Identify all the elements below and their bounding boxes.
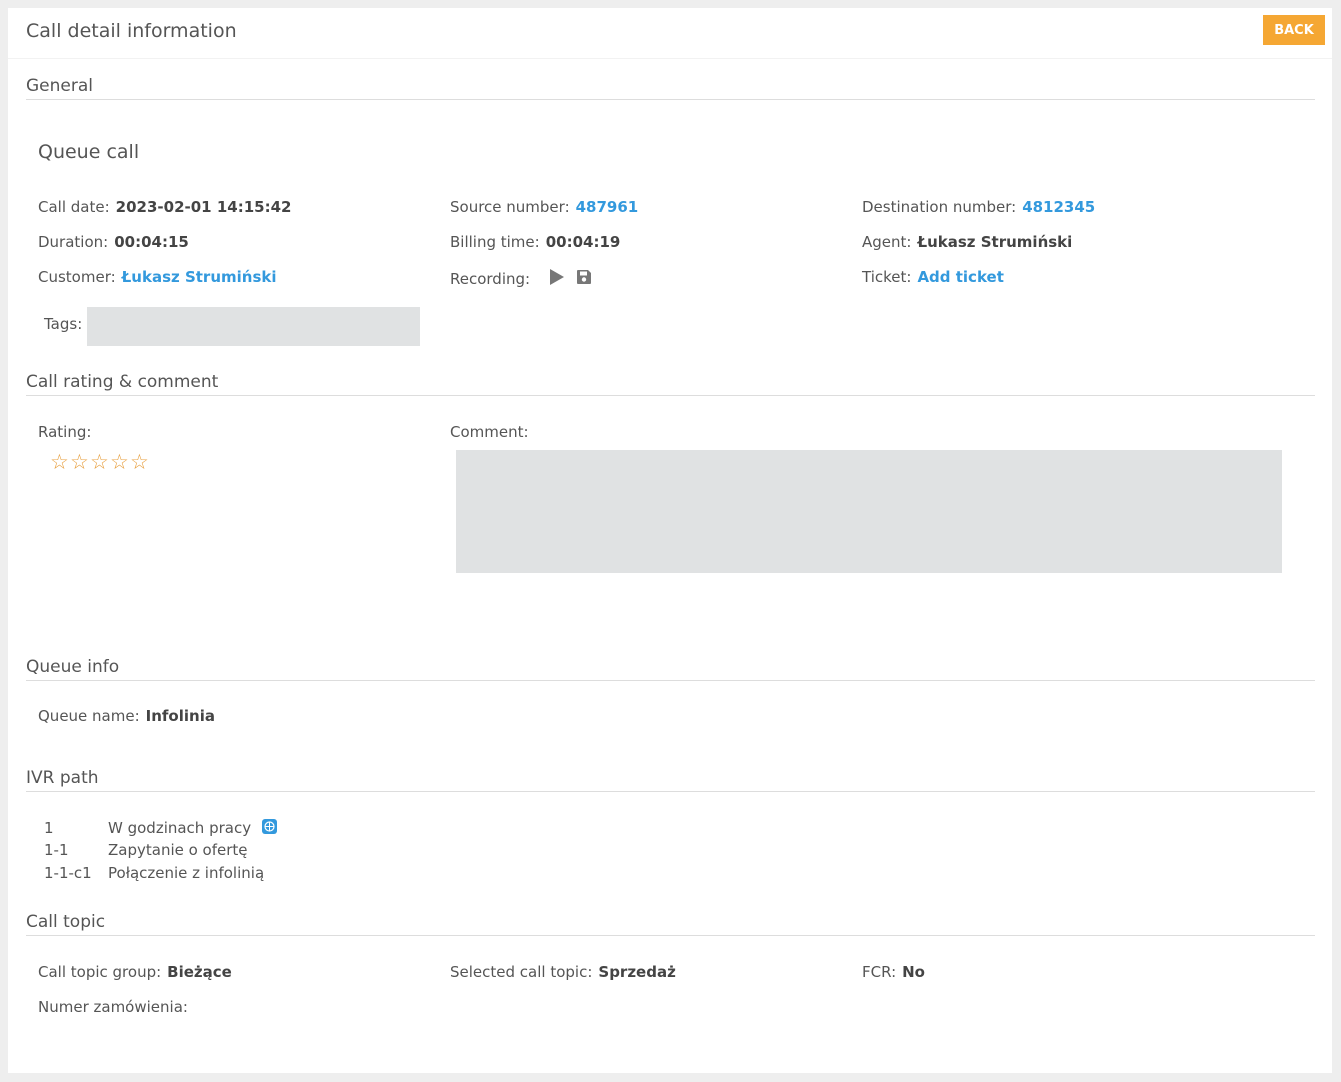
- fcr-field: FCR: No: [862, 963, 925, 981]
- section-topic-title: Call topic: [26, 912, 1315, 936]
- call-date-field: Call date: 2023-02-01 14:15:42: [38, 198, 291, 216]
- agent-field: Agent: Łukasz Strumiński: [862, 233, 1072, 251]
- destination-number-label: Destination number:: [862, 198, 1017, 216]
- star-icon[interactable]: ☆: [70, 450, 90, 474]
- ticket-field: Ticket: Add ticket: [862, 268, 1004, 286]
- queue-name-value: Infolinia: [145, 707, 215, 725]
- selected-topic-label: Selected call topic:: [450, 963, 593, 981]
- destination-number-field: Destination number: 4812345: [862, 198, 1095, 216]
- call-type-heading: Queue call: [38, 141, 140, 163]
- section-rating-title: Call rating & comment: [26, 372, 1315, 396]
- ivr-step-number: 1-1: [44, 841, 69, 859]
- play-icon[interactable]: [549, 268, 565, 290]
- ivr-step-number: 1: [44, 819, 54, 837]
- duration-label: Duration:: [38, 233, 109, 251]
- globe-icon[interactable]: [261, 819, 277, 838]
- comment-label: Comment:: [450, 423, 529, 441]
- ivr-step-text: W godzinach pracy: [108, 819, 252, 837]
- call-topic-group-value: Bieżące: [167, 963, 232, 981]
- call-topic-group-field: Call topic group: Bieżące: [38, 963, 232, 981]
- call-date-label: Call date:: [38, 198, 110, 216]
- queue-name-label: Queue name:: [38, 707, 140, 725]
- tags-label: Tags:: [44, 315, 83, 333]
- selected-topic-field: Selected call topic: Sprzedaż: [450, 963, 676, 981]
- recording-label: Recording:: [450, 269, 531, 288]
- ivr-path-row: 1 W godzinach pracy: [44, 819, 277, 838]
- call-topic-group-label: Call topic group:: [38, 963, 162, 981]
- tags-input[interactable]: [87, 307, 420, 346]
- duration-field: Duration: 00:04:15: [38, 233, 189, 251]
- ivr-path-row: 1-1-c1 Połączenie z infolinią: [44, 864, 264, 882]
- section-general-title: General: [26, 76, 1315, 100]
- customer-link[interactable]: Łukasz Strumiński: [122, 268, 277, 286]
- ivr-path-row: 1-1 Zapytanie o ofertę: [44, 841, 248, 859]
- star-icon[interactable]: ☆: [50, 450, 70, 474]
- source-number-field: Source number: 487961: [450, 198, 638, 216]
- billing-time-field: Billing time: 00:04:19: [450, 233, 620, 251]
- billing-time-value: 00:04:19: [545, 233, 621, 251]
- customer-field: Customer: Łukasz Strumiński: [38, 268, 277, 286]
- star-icon[interactable]: ☆: [90, 450, 110, 474]
- add-ticket-link[interactable]: Add ticket: [917, 268, 1003, 286]
- back-button[interactable]: BACK: [1263, 15, 1325, 45]
- queue-name-field: Queue name: Infolinia: [38, 707, 215, 725]
- ivr-step-text: Zapytanie o ofertę: [108, 841, 248, 859]
- ivr-step-text: Połączenie z infolinią: [108, 864, 265, 882]
- ticket-label: Ticket:: [862, 268, 912, 286]
- selected-topic-value: Sprzedaż: [598, 963, 676, 981]
- page-header: Call detail information BACK: [8, 8, 1332, 59]
- rating-label: Rating:: [38, 423, 92, 441]
- order-number-label: Numer zamówienia:: [38, 998, 188, 1016]
- section-queue-title: Queue info: [26, 657, 1315, 681]
- recording-field: Recording:: [450, 268, 592, 290]
- call-detail-panel: Call detail information BACK General Que…: [8, 8, 1332, 1073]
- agent-value: Łukasz Strumiński: [917, 233, 1073, 251]
- call-date-value: 2023-02-01 14:15:42: [115, 198, 292, 216]
- agent-label: Agent:: [862, 233, 912, 251]
- star-icon[interactable]: ☆: [110, 450, 130, 474]
- page-title: Call detail information: [26, 20, 237, 42]
- comment-textarea[interactable]: [456, 450, 1282, 573]
- save-icon[interactable]: [576, 269, 592, 289]
- rating-stars: ☆☆☆☆☆: [50, 450, 150, 474]
- customer-label: Customer:: [38, 268, 116, 286]
- star-icon[interactable]: ☆: [130, 450, 150, 474]
- source-number-label: Source number:: [450, 198, 570, 216]
- fcr-value: No: [902, 963, 925, 981]
- section-ivr-title: IVR path: [26, 768, 1315, 792]
- duration-value: 00:04:15: [114, 233, 189, 251]
- fcr-label: FCR:: [862, 963, 897, 981]
- destination-number-link[interactable]: 4812345: [1022, 198, 1095, 216]
- source-number-link[interactable]: 487961: [576, 198, 639, 216]
- billing-time-label: Billing time:: [450, 233, 540, 251]
- ivr-step-number: 1-1-c1: [44, 864, 92, 882]
